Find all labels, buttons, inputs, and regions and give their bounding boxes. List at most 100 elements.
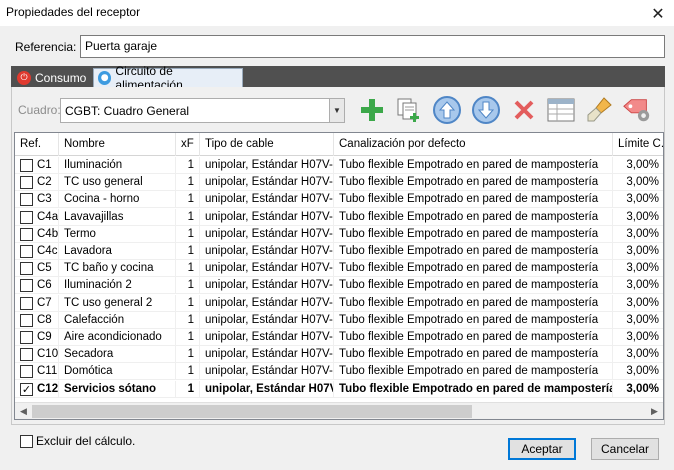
- ref-code: C2: [37, 176, 52, 189]
- nombre-cell: Iluminación: [59, 157, 176, 174]
- row-checkbox[interactable]: [20, 210, 33, 224]
- row-checkbox[interactable]: [20, 227, 33, 241]
- tag-settings-icon[interactable]: [622, 94, 652, 126]
- table-row[interactable]: C4a Lavavajillas 1 unipolar, Estándar H07V-…: [15, 208, 663, 226]
- row-checkbox[interactable]: [20, 262, 33, 276]
- ref-code: C10: [37, 348, 59, 361]
- dropdown-arrow-icon[interactable]: ▼: [329, 99, 344, 122]
- title-bar: Propiedades del receptor ✕: [0, 0, 674, 26]
- circuits-table[interactable]: Ref. Nombre xF Tipo de cable Canalizació…: [14, 132, 664, 420]
- ref-code: C4b: [37, 227, 59, 240]
- row-checkbox[interactable]: [20, 365, 33, 379]
- xf-cell: 1: [176, 363, 200, 381]
- horizontal-scrollbar[interactable]: ◀ ▶: [15, 402, 663, 419]
- row-checkbox[interactable]: [20, 193, 33, 207]
- canal-cell: Tubo flexible Empotrado en pared de mamp…: [334, 243, 613, 260]
- ref-cell: C6: [15, 277, 59, 295]
- nombre-cell: Cocina - horno: [59, 191, 176, 209]
- excluir-box[interactable]: [20, 434, 33, 448]
- ref-cell: C9: [15, 329, 59, 346]
- scrollbar-thumb[interactable]: [32, 405, 472, 418]
- table-icon[interactable]: [546, 94, 576, 126]
- row-checkbox[interactable]: ✓: [20, 382, 33, 396]
- xf-cell: 1: [176, 346, 200, 364]
- row-checkbox[interactable]: [20, 245, 33, 258]
- table-row[interactable]: ✓ C12 Servicios sótano 1 unipolar, Estándar …: [15, 380, 663, 398]
- limite-cell: 3,00%: [613, 260, 663, 278]
- tab-bar: ⏻ Consumo ● Circuito de alimentación: [11, 64, 665, 92]
- canal-cell: Tubo flexible Empotrado en pared de mamp…: [334, 294, 613, 312]
- canal-cell: Tubo flexible Empotrado en pared de mamp…: [334, 346, 613, 364]
- brush-icon[interactable]: [584, 94, 614, 126]
- scroll-right-icon[interactable]: ▶: [646, 403, 663, 419]
- row-checkbox[interactable]: [20, 296, 33, 310]
- aceptar-button[interactable]: Aceptar: [508, 438, 576, 460]
- table-row[interactable]: C8 Calefacción 1 unipolar, Estándar H07V-K T…: [15, 311, 663, 329]
- nombre-cell: Domótica: [59, 363, 176, 381]
- nombre-cell: TC uso general: [59, 174, 176, 192]
- table-row[interactable]: C6 Iluminación 2 1 unipolar, Estándar H07V-…: [15, 277, 663, 295]
- cable-cell: unipolar, Estándar H07V-K: [200, 277, 334, 295]
- row-checkbox[interactable]: [20, 176, 33, 190]
- ref-cell: C7: [15, 294, 59, 312]
- canal-cell: Tubo flexible Empotrado en pared de mamp…: [334, 157, 613, 174]
- table-row[interactable]: C1 Iluminación 1 unipolar, Estándar H07V-K T…: [15, 157, 663, 174]
- ref-code: C12: [37, 382, 59, 395]
- header-xf[interactable]: xF: [176, 133, 200, 156]
- limite-cell: 3,00%: [613, 363, 663, 381]
- row-checkbox[interactable]: [20, 159, 33, 172]
- tab-consumo-label: Consumo: [35, 70, 87, 85]
- copy-icon[interactable]: [394, 94, 424, 126]
- row-checkbox[interactable]: [20, 279, 33, 293]
- ref-code: C9: [37, 331, 52, 343]
- cable-cell: unipolar, Estándar H07V-K: [200, 294, 334, 312]
- table-row[interactable]: C2 TC uso general 1 unipolar, Estándar H07V…: [15, 174, 663, 192]
- cable-cell: unipolar, Estándar H07V-K: [200, 363, 334, 381]
- ref-cell: ✓ C12: [15, 380, 59, 398]
- row-checkbox[interactable]: [20, 313, 33, 327]
- excluir-checkbox[interactable]: Excluir del cálculo.: [20, 434, 135, 448]
- add-icon[interactable]: [357, 94, 387, 126]
- ref-cell: C8: [15, 311, 59, 329]
- cable-cell: unipolar, Estándar H07V-K: [200, 311, 334, 329]
- scroll-left-icon[interactable]: ◀: [15, 403, 32, 419]
- referencia-input[interactable]: Puerta garaje: [80, 35, 665, 58]
- ref-code: C1: [37, 159, 52, 171]
- nombre-cell: Lavadora: [59, 243, 176, 260]
- table-row[interactable]: C3 Cocina - horno 1 unipolar, Estándar H07V…: [15, 191, 663, 209]
- header-limite[interactable]: Límite C.: [613, 133, 663, 156]
- ref-cell: C4b: [15, 225, 59, 243]
- row-checkbox[interactable]: [20, 331, 33, 344]
- limite-cell: 3,00%: [613, 157, 663, 174]
- move-up-icon[interactable]: [432, 94, 462, 126]
- delete-icon[interactable]: [509, 94, 539, 126]
- header-canalizacion[interactable]: Canalización por defecto: [334, 133, 613, 156]
- tab-circuito-alimentacion[interactable]: ● Circuito de alimentación: [93, 64, 243, 92]
- ref-cell: C5: [15, 260, 59, 278]
- cuadro-select[interactable]: CGBT: Cuadro General ▼: [60, 98, 345, 123]
- cancelar-button[interactable]: Cancelar: [591, 438, 659, 460]
- nombre-cell: TC uso general 2: [59, 294, 176, 312]
- header-ref[interactable]: Ref.: [15, 133, 59, 156]
- header-nombre[interactable]: Nombre: [59, 133, 176, 156]
- cable-cell: unipolar, Estándar H07V-K: [200, 260, 334, 278]
- table-row[interactable]: C10 Secadora 1 unipolar, Estándar H07V-K Tub…: [15, 346, 663, 364]
- move-down-icon[interactable]: [471, 94, 501, 126]
- canal-cell: Tubo flexible Empotrado en pared de mamp…: [334, 225, 613, 243]
- tab-consumo[interactable]: ⏻ Consumo: [13, 68, 92, 87]
- limite-cell: 3,00%: [613, 329, 663, 346]
- table-row[interactable]: C4b Termo 1 unipolar, Estándar H07V-K Tubo f…: [15, 225, 663, 243]
- table-row[interactable]: C5 TC baño y cocina 1 unipolar, Estándar H0…: [15, 260, 663, 278]
- limite-cell: 3,00%: [613, 295, 663, 312]
- table-row[interactable]: C9 Aire acondicionado 1 unipolar, Estándar …: [15, 329, 663, 346]
- table-row[interactable]: C11 Domótica 1 unipolar, Estándar H07V-K Tub…: [15, 363, 663, 381]
- table-row[interactable]: C4c Lavadora 1 unipolar, Estándar H07V-K Tub…: [15, 243, 663, 260]
- close-icon[interactable]: ✕: [642, 0, 674, 26]
- table-row[interactable]: C7 TC uso general 2 1 unipolar, Estándar H0…: [15, 294, 663, 312]
- ref-cell: C11: [15, 363, 59, 381]
- canal-cell: Tubo flexible Empotrado en pared de mamp…: [334, 260, 613, 278]
- cable-cell: unipolar, Estándar H07V-K: [200, 208, 334, 226]
- cable-cell: unipolar, Estándar H07V-K: [200, 243, 334, 260]
- row-checkbox[interactable]: [20, 348, 33, 362]
- header-tipo-cable[interactable]: Tipo de cable: [200, 133, 334, 156]
